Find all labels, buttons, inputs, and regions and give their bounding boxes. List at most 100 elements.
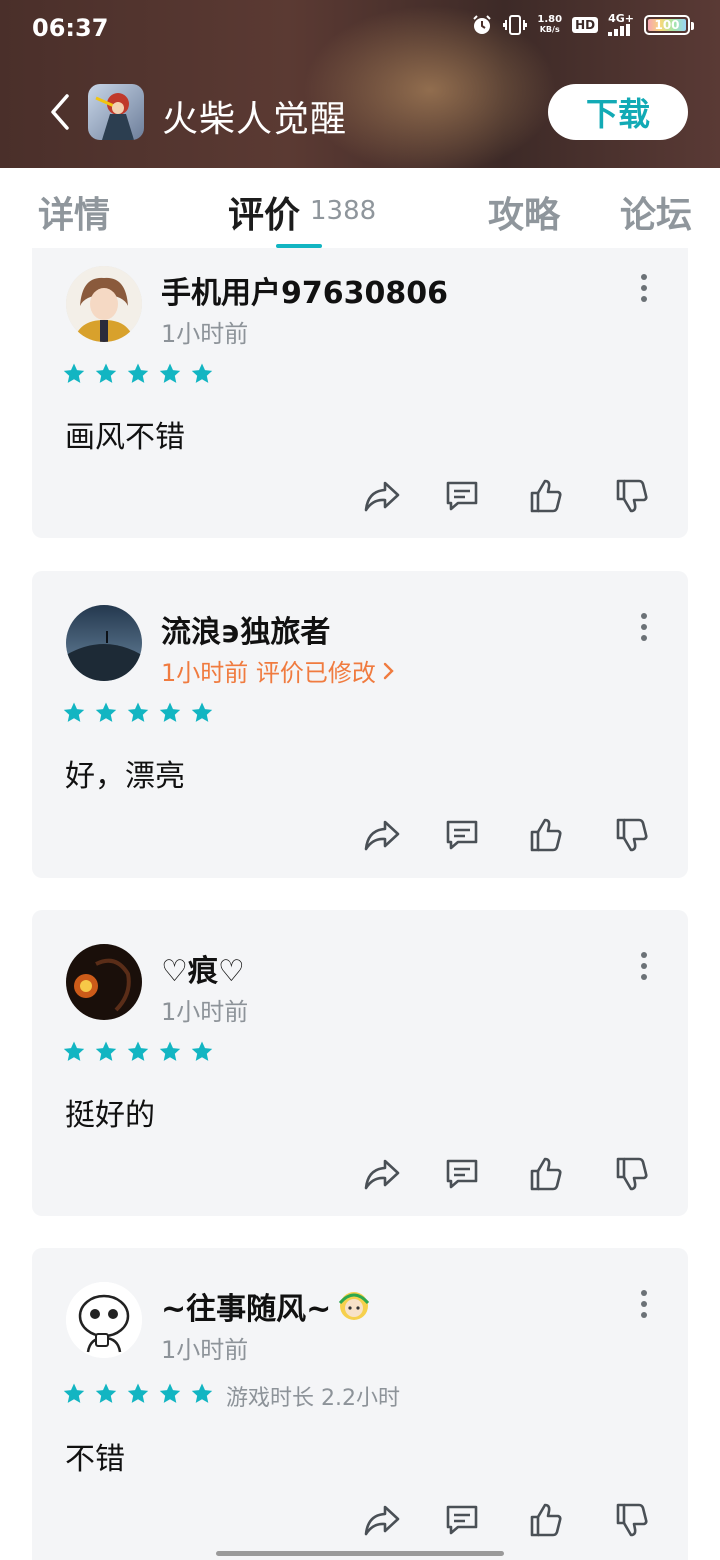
star-icon	[159, 1383, 181, 1403]
share-button[interactable]	[362, 1500, 402, 1540]
dislike-button[interactable]	[612, 1154, 652, 1194]
battery-icon: 100	[644, 15, 694, 35]
net-speed-unit: KB/s	[539, 25, 560, 34]
review-actions	[362, 1154, 662, 1194]
share-button[interactable]	[362, 1154, 402, 1194]
dislike-button[interactable]	[612, 815, 652, 855]
review-time: 1小时前 评价已修改	[161, 659, 376, 687]
signal-icon: 4G+	[608, 12, 634, 36]
star-icon	[127, 702, 149, 722]
avatar[interactable]	[66, 1282, 142, 1358]
comment-button[interactable]	[442, 1154, 482, 1194]
star-icon	[95, 1041, 117, 1061]
dislike-button[interactable]	[612, 1500, 652, 1540]
tab-details[interactable]: 详情	[38, 186, 110, 238]
comment-icon	[446, 820, 478, 850]
rating-stars	[62, 701, 214, 725]
hd-icon: HD	[572, 17, 599, 33]
more-vertical-icon[interactable]	[634, 948, 654, 984]
review-text: 不错	[65, 1442, 125, 1477]
like-button[interactable]	[526, 815, 566, 855]
comment-icon	[446, 1505, 478, 1535]
review-actions	[362, 476, 662, 516]
tab-forum[interactable]: 论坛	[620, 186, 692, 238]
app-header: 06:37 1.80 KB/s HD 4G+ 100 火柴人觉醒 下载	[0, 0, 720, 168]
share-button[interactable]	[362, 476, 402, 516]
avatar-badge-icon	[339, 1292, 370, 1320]
star-icon	[127, 1041, 149, 1061]
star-icon	[159, 363, 181, 383]
chevron-right-icon	[383, 662, 394, 679]
tab-reviews[interactable]: 评价	[228, 186, 300, 238]
review-card: ♡痕♡ 1小时前 挺好的	[32, 910, 688, 1216]
review-time: 1小时前	[161, 1336, 249, 1364]
back-button[interactable]	[40, 90, 80, 134]
review-actions	[362, 1500, 662, 1540]
review-user-row: ~往事随风~	[161, 1284, 371, 1328]
star-icon	[159, 1041, 181, 1061]
thumbs-up-icon	[530, 1503, 562, 1537]
star-icon	[63, 702, 85, 722]
star-icon	[95, 363, 117, 383]
network-type: 4G+	[608, 12, 634, 25]
comment-icon	[446, 481, 478, 511]
thumbs-up-icon	[530, 818, 562, 852]
more-vertical-icon[interactable]	[634, 609, 654, 645]
app-title: 火柴人觉醒	[162, 99, 348, 140]
review-text: 画风不错	[65, 420, 185, 455]
app-icon	[88, 84, 144, 140]
review-time: 1小时前	[161, 320, 249, 348]
like-button[interactable]	[526, 476, 566, 516]
review-actions	[362, 815, 662, 855]
thumbs-up-icon	[530, 479, 562, 513]
status-time: 06:37	[32, 14, 109, 42]
battery-level: 100	[654, 18, 680, 32]
status-icons: 1.80 KB/s HD 4G+ 100	[471, 12, 694, 36]
status-bar: 06:37 1.80 KB/s HD 4G+ 100	[0, 0, 720, 56]
comment-button[interactable]	[442, 815, 482, 855]
download-button[interactable]: 下载	[548, 84, 688, 140]
star-icon	[191, 1383, 213, 1403]
review-time-edited[interactable]: 1小时前 评价已修改	[161, 653, 396, 688]
review-username[interactable]: 流浪϶独旅者	[161, 607, 330, 651]
comment-icon	[446, 1159, 478, 1189]
review-username[interactable]: ~往事随风~	[161, 1284, 331, 1328]
playtime-text: 游戏时长 2.2小时	[226, 1386, 400, 1411]
comment-button[interactable]	[442, 1500, 482, 1540]
share-icon	[364, 820, 400, 851]
star-icon	[191, 1041, 213, 1061]
thumbs-down-icon	[616, 818, 648, 852]
like-button[interactable]	[526, 1500, 566, 1540]
share-button[interactable]	[362, 815, 402, 855]
star-icon	[95, 702, 117, 722]
share-icon	[364, 481, 400, 512]
home-indicator[interactable]	[216, 1551, 504, 1556]
network-speed: 1.80 KB/s	[537, 15, 562, 35]
star-icon	[191, 363, 213, 383]
share-icon	[364, 1505, 400, 1536]
avatar[interactable]	[66, 266, 142, 342]
more-vertical-icon[interactable]	[634, 270, 654, 306]
star-icon	[63, 1383, 85, 1403]
vibrate-icon	[503, 14, 528, 36]
rating-stars	[62, 1040, 214, 1064]
chevron-left-icon	[51, 94, 69, 130]
alarm-icon	[471, 14, 493, 36]
star-icon	[63, 363, 85, 383]
review-username[interactable]: 手机用户97630806	[161, 268, 448, 312]
avatar[interactable]	[66, 605, 142, 681]
rating-stars	[62, 1382, 214, 1406]
thumbs-down-icon	[616, 1157, 648, 1191]
star-icon	[191, 702, 213, 722]
star-icon	[159, 702, 181, 722]
avatar[interactable]	[66, 944, 142, 1020]
more-vertical-icon[interactable]	[634, 1286, 654, 1322]
review-username[interactable]: ♡痕♡	[161, 946, 245, 990]
tab-guides[interactable]: 攻略	[488, 186, 560, 238]
review-card: ~往事随风~ 1小时前 游戏时长 2.2小时 不错	[32, 1248, 688, 1560]
rating-stars	[62, 362, 214, 386]
like-button[interactable]	[526, 1154, 566, 1194]
comment-button[interactable]	[442, 476, 482, 516]
review-time: 1小时前	[161, 998, 249, 1026]
dislike-button[interactable]	[612, 476, 652, 516]
